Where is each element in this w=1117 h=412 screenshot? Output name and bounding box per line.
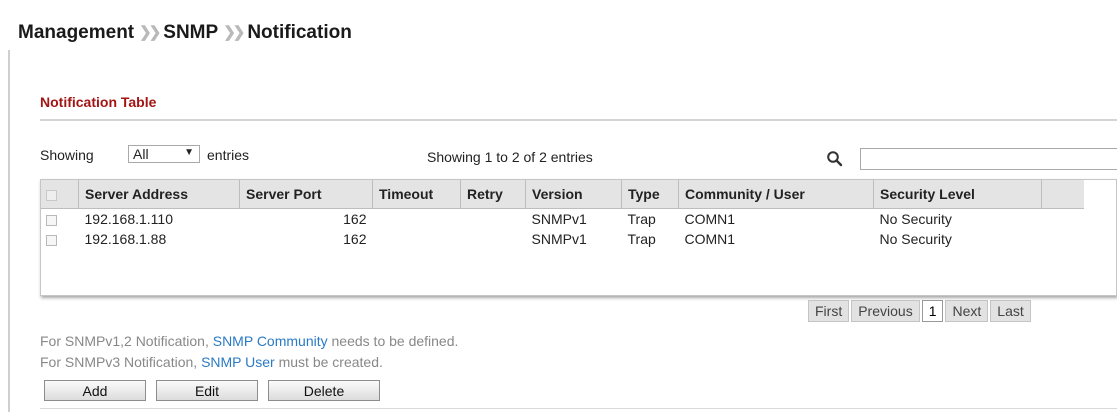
page-next-button[interactable]: Next [945, 300, 989, 322]
page-previous-button[interactable]: Previous [851, 300, 920, 322]
notification-table: Server Address Server Port Timeout Retry… [40, 179, 1117, 298]
snmp-user-link[interactable]: SNMP User [201, 354, 275, 370]
col-retry[interactable]: Retry [460, 179, 526, 209]
col-server-port[interactable]: Server Port [239, 179, 373, 209]
section-title: Notification Table [40, 94, 157, 110]
table-row[interactable]: 192.168.1.88 162 SNMPv1 Trap COMN1 No Se… [40, 229, 1084, 249]
entries-label: entries [207, 147, 250, 163]
col-timeout[interactable]: Timeout [372, 179, 461, 209]
community-user: COMN1 [684, 231, 736, 247]
pagination: First Previous 1 Next Last [808, 300, 1033, 322]
delete-button[interactable]: Delete [268, 380, 380, 401]
left-border [8, 50, 10, 412]
col-community-user[interactable]: Community / User [678, 179, 874, 209]
row-checkbox[interactable] [46, 234, 57, 246]
version: SNMPv1 [531, 231, 587, 247]
server-address: 192.168.1.88 [84, 231, 167, 247]
version: SNMPv1 [531, 211, 587, 227]
breadcrumb-separator-icon: ❯❯ [139, 24, 161, 41]
community-user: COMN1 [684, 211, 736, 227]
security-level: No Security [879, 211, 952, 227]
select-all-header[interactable] [40, 179, 79, 209]
search-icon [827, 151, 843, 167]
col-type[interactable]: Type [621, 179, 679, 209]
timeout [373, 209, 461, 230]
entries-select-value: All [133, 146, 149, 162]
dropdown-arrow-icon: ▼ [184, 147, 194, 158]
note-text: For SNMPv1,2 Notification, [40, 333, 213, 349]
page-last-button[interactable]: Last [990, 300, 1031, 322]
note-text: must be created. [274, 354, 383, 370]
row-select-cell [40, 229, 79, 249]
edit-button[interactable]: Edit [156, 380, 258, 401]
retry [461, 229, 526, 249]
add-button[interactable]: Add [44, 380, 146, 401]
server-port: 162 [343, 231, 367, 247]
entries-select[interactable]: All ▼ [128, 145, 200, 163]
showing-label: Showing [40, 147, 94, 163]
select-all-checkbox[interactable] [46, 189, 57, 201]
page-first-button[interactable]: First [808, 300, 850, 322]
table-row[interactable]: 192.168.1.110 162 SNMPv1 Trap COMN1 No S… [40, 209, 1084, 230]
table-header-row: Server Address Server Port Timeout Retry… [40, 179, 1084, 209]
timeout [373, 229, 461, 249]
bottom-divider [40, 408, 1117, 409]
type: Trap [627, 231, 656, 247]
col-version[interactable]: Version [525, 179, 622, 209]
col-security-level[interactable]: Security Level [873, 179, 1042, 209]
server-address: 192.168.1.110 [84, 211, 174, 227]
row-checkbox[interactable] [46, 214, 57, 226]
community-note: For SNMPv1,2 Notification, SNMP Communit… [40, 333, 458, 349]
type: Trap [627, 211, 656, 227]
breadcrumb: Management ❯❯ SNMP ❯❯ Notification [18, 22, 352, 44]
col-extra [1041, 179, 1084, 209]
breadcrumb-separator-icon: ❯❯ [223, 24, 245, 41]
search-input[interactable] [860, 148, 1117, 170]
server-port: 162 [343, 211, 367, 227]
breadcrumb-snmp[interactable]: SNMP [163, 22, 218, 43]
breadcrumb-management[interactable]: Management [18, 22, 134, 43]
snmp-community-link[interactable]: SNMP Community [213, 333, 328, 349]
retry [461, 209, 526, 230]
table-info: Showing 1 to 2 of 2 entries [427, 149, 593, 165]
page-current-button[interactable]: 1 [921, 300, 944, 322]
row-select-cell [40, 209, 79, 230]
note-text: For SNMPv3 Notification, [40, 354, 202, 370]
section-divider [40, 119, 1117, 121]
note-text: needs to be defined. [327, 333, 459, 349]
security-level: No Security [879, 231, 952, 247]
col-server-address[interactable]: Server Address [78, 179, 240, 209]
breadcrumb-notification: Notification [247, 22, 352, 43]
user-note: For SNMPv3 Notification, SNMP User must … [40, 354, 383, 370]
